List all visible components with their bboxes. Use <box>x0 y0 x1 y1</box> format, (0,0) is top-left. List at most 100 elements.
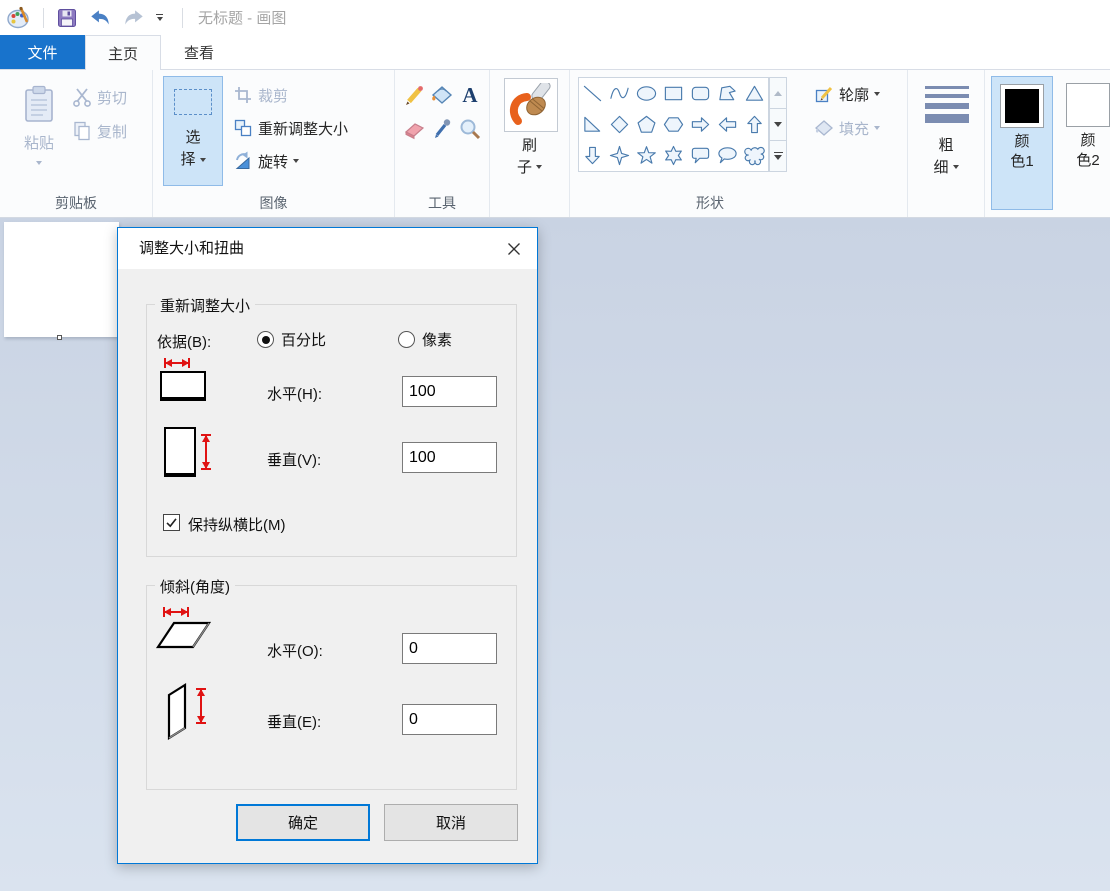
skew-section-legend: 倾斜(角度) <box>155 576 235 597</box>
shapes-scroll-up-button[interactable] <box>769 77 787 109</box>
save-button[interactable] <box>51 3 83 33</box>
cut-button[interactable]: 剪切 <box>72 84 127 110</box>
brushes-label-2: 子 <box>490 156 569 177</box>
magnifier-tool[interactable] <box>457 116 483 142</box>
shape-rounded-rectangle-icon[interactable] <box>687 78 714 109</box>
paste-button[interactable]: 粘贴 <box>12 78 66 190</box>
shape-triangle-icon[interactable] <box>741 78 768 109</box>
fill-tool[interactable] <box>429 82 455 108</box>
shapes-group: 轮廓 填充 形状 <box>570 70 908 217</box>
shape-arrow-up-icon[interactable] <box>741 109 768 140</box>
drawing-canvas[interactable] <box>4 222 119 337</box>
tools-group: A 工具 <box>395 70 490 217</box>
color-picker-tool[interactable] <box>429 116 455 142</box>
outline-icon <box>814 84 834 104</box>
vertical-skew-label: 垂直(E): <box>267 711 321 732</box>
color2-button[interactable]: 颜 色2 <box>1057 76 1110 210</box>
ok-button[interactable]: 确定 <box>236 804 370 841</box>
shape-fill-button[interactable]: 填充 <box>814 115 880 141</box>
aspect-ratio-checkbox[interactable] <box>163 514 180 531</box>
cancel-button[interactable]: 取消 <box>384 804 518 841</box>
color-picker-icon <box>430 117 454 141</box>
color1-label-2: 色1 <box>1010 152 1033 172</box>
checkmark-icon <box>165 516 178 529</box>
copy-button[interactable]: 复制 <box>72 118 127 144</box>
clipboard-group: 粘贴 剪切 复制 剪贴板 <box>0 70 153 217</box>
shape-rectangle-icon[interactable] <box>660 78 687 109</box>
shape-fill-dropdown-icon <box>874 126 880 130</box>
undo-button[interactable] <box>83 3 117 33</box>
shape-curve-icon[interactable] <box>606 78 633 109</box>
color1-swatch-frame <box>1000 84 1044 128</box>
brushes-label-1: 刷 <box>490 134 569 155</box>
redo-button[interactable] <box>117 3 151 33</box>
outline-button[interactable]: 轮廓 <box>814 81 880 107</box>
copy-label: 复制 <box>97 121 127 142</box>
clipboard-group-label: 剪贴板 <box>0 193 152 213</box>
shape-hexagon-icon[interactable] <box>660 109 687 140</box>
size-group: 粗 细 <box>908 70 985 217</box>
brushes-button[interactable] <box>504 78 558 132</box>
canvas-resize-handle-bottom[interactable] <box>57 335 62 340</box>
crop-button[interactable]: 裁剪 <box>233 82 288 108</box>
shape-polygon-icon[interactable] <box>714 78 741 109</box>
vertical-skew-input[interactable] <box>402 704 497 735</box>
color2-swatch-frame <box>1066 83 1110 127</box>
shape-callout-cloud-icon[interactable] <box>741 140 768 171</box>
shape-star-5-icon[interactable] <box>633 140 660 171</box>
radio-percent[interactable]: 百分比 <box>257 329 326 350</box>
paste-icon <box>21 84 57 124</box>
shape-arrow-right-icon[interactable] <box>687 109 714 140</box>
aspect-ratio-label: 保持纵横比(M) <box>188 514 286 535</box>
qat-menu-button[interactable] <box>151 3 168 33</box>
eraser-tool[interactable] <box>401 116 427 142</box>
shape-right-triangle-icon[interactable] <box>579 109 606 140</box>
shape-pentagon-icon[interactable] <box>633 109 660 140</box>
shapes-more-button[interactable] <box>769 141 787 172</box>
horizontal-resize-input[interactable] <box>402 376 497 407</box>
resize-skew-dialog: 调整大小和扭曲 重新调整大小 依据(B): 百分比 <box>117 227 538 864</box>
select-label-2: 择 <box>180 149 195 171</box>
shapes-gallery <box>578 77 769 172</box>
vertical-resize-label: 垂直(V): <box>267 449 321 470</box>
dialog-close-button[interactable] <box>501 237 527 261</box>
by-label: 依据(B): <box>157 331 211 352</box>
shape-arrow-left-icon[interactable] <box>714 109 741 140</box>
tab-view[interactable]: 查看 <box>161 35 237 69</box>
shape-callout-oval-icon[interactable] <box>714 140 741 171</box>
select-button[interactable]: 选 择 <box>163 76 223 186</box>
redo-icon <box>122 7 146 29</box>
radio-pixels[interactable]: 像素 <box>398 329 452 350</box>
rotate-dropdown-icon <box>293 159 299 163</box>
shape-callout-rounded-icon[interactable] <box>687 140 714 171</box>
horizontal-skew-input[interactable] <box>402 633 497 664</box>
titlebar: 无标题 - 画图 <box>0 0 1110 35</box>
copy-icon <box>72 120 92 142</box>
colors-group: 颜 色1 颜 色2 <box>985 70 1110 217</box>
resize-button[interactable]: 重新调整大小 <box>233 115 348 141</box>
tab-home[interactable]: 主页 <box>85 35 161 70</box>
shape-line-icon[interactable] <box>579 78 606 109</box>
tabbar: 文件 主页 查看 <box>0 35 1110 70</box>
shape-diamond-icon[interactable] <box>606 109 633 140</box>
shapes-scroll-down-button[interactable] <box>769 109 787 140</box>
rotate-button[interactable]: 旋转 <box>233 148 299 174</box>
pencil-tool[interactable] <box>401 82 427 108</box>
shape-ellipse-icon[interactable] <box>633 78 660 109</box>
text-tool[interactable]: A <box>457 82 483 108</box>
color1-button[interactable]: 颜 色1 <box>991 76 1053 210</box>
workspace: 调整大小和扭曲 重新调整大小 依据(B): 百分比 <box>0 218 1110 891</box>
shape-arrow-down-icon[interactable] <box>579 140 606 171</box>
shape-star-6-icon[interactable] <box>660 140 687 171</box>
undo-icon <box>88 7 112 29</box>
resize-icon <box>233 118 253 138</box>
fill-bucket-icon <box>430 83 454 107</box>
tab-file[interactable]: 文件 <box>0 35 85 69</box>
ribbon: 粘贴 剪切 复制 剪贴板 <box>0 70 1110 218</box>
brushes-group: 刷 子 <box>490 70 570 217</box>
vertical-resize-input[interactable] <box>402 442 497 473</box>
text-tool-icon: A <box>462 85 477 106</box>
shape-star-4-icon[interactable] <box>606 140 633 171</box>
dialog-titlebar[interactable]: 调整大小和扭曲 <box>118 228 537 269</box>
radio-pixels-circle <box>398 331 415 348</box>
